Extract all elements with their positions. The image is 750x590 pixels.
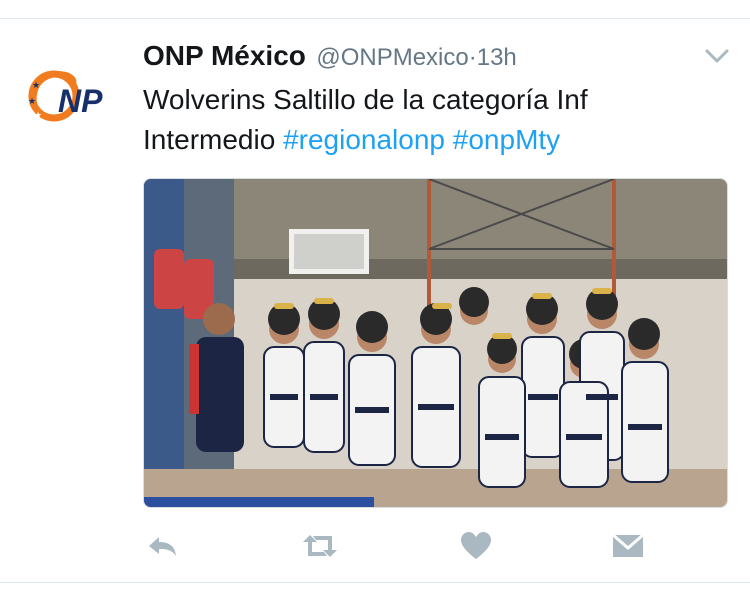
bottom-divider — [0, 582, 750, 583]
heart-icon[interactable] — [458, 530, 494, 562]
svg-text:★: ★ — [34, 111, 42, 121]
separator-dot: · — [468, 44, 477, 71]
avatar[interactable]: ★ ★ ★ NP — [22, 66, 130, 128]
display-name[interactable]: ONP México — [143, 40, 306, 71]
svg-text:NP: NP — [58, 83, 103, 119]
onp-logo: ★ ★ ★ NP — [28, 70, 103, 122]
hashtag-regionalonp[interactable]: #regionalonp — [283, 124, 445, 155]
user-handle[interactable]: @ONPMexico — [316, 44, 468, 71]
retweet-icon[interactable] — [300, 530, 340, 562]
reply-icon[interactable] — [145, 530, 181, 562]
svg-text:★: ★ — [32, 81, 40, 91]
tweet-actions — [0, 530, 750, 562]
tweet-text: Wolverins Saltillo de la categoría Inf I… — [143, 80, 723, 160]
timestamp[interactable]: 13h — [477, 44, 517, 71]
svg-text:★: ★ — [28, 97, 36, 107]
tweet-photo[interactable] — [143, 178, 728, 508]
tweet-header: ONP México @ONPMexico·13h — [143, 40, 710, 80]
chevron-down-icon[interactable] — [704, 46, 730, 66]
direct-message-icon[interactable] — [610, 530, 646, 562]
hashtag-onpmty[interactable]: #onpMty — [453, 124, 560, 155]
top-divider — [0, 18, 750, 19]
team-photo-image — [144, 179, 727, 507]
